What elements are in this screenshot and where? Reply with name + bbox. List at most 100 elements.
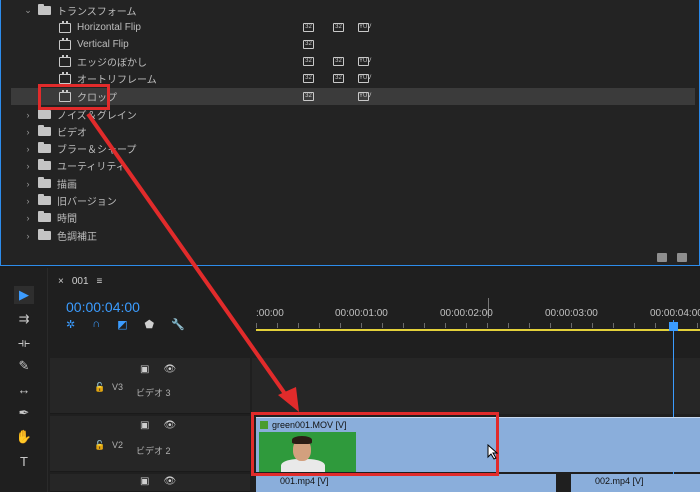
effects-folder[interactable]: › ビデオ	[11, 123, 695, 140]
chevron-right-icon[interactable]: ›	[23, 161, 33, 171]
playhead-handle[interactable]	[669, 322, 678, 331]
lock-icon[interactable]: 🔓	[94, 440, 105, 451]
eye-icon[interactable]: 👁	[163, 420, 176, 431]
add-marker-icon[interactable]: ⬟	[145, 318, 155, 331]
highlight-box-crop	[38, 84, 110, 110]
ruler-tick	[466, 323, 467, 328]
razor-tool-icon[interactable]: ✎	[14, 357, 34, 375]
effect-item-crop[interactable]: クロップ 32 YUV	[11, 88, 695, 105]
effects-folder-transform[interactable]: ⌄ トランスフォーム	[11, 2, 695, 19]
folder-icon	[38, 4, 51, 15]
sequence-tab[interactable]: × 001 ≡	[58, 276, 102, 287]
nest-icon[interactable]: ✲	[66, 318, 75, 331]
effect-item-horizontal-flip[interactable]: Horizontal Flip 32 32 YUV	[11, 19, 695, 36]
film-icon[interactable]: ▣	[140, 476, 149, 487]
folder-icon	[38, 194, 51, 205]
linked-selection-icon[interactable]: ◩	[117, 318, 127, 331]
accelerated-badge-icon: 32	[303, 92, 314, 101]
chevron-right-icon[interactable]: ›	[23, 127, 33, 137]
sequence-tools: ✲ ∩ ◩ ⬟ 🔧	[66, 318, 185, 331]
yuv-badge-icon: YUV	[358, 57, 372, 66]
folder-label: トランスフォーム	[57, 7, 137, 18]
track-lane-v3[interactable]	[252, 358, 700, 414]
eye-icon[interactable]: 👁	[163, 364, 176, 375]
ruler-label: 00:00:01:00	[335, 308, 388, 319]
ruler-tick	[592, 323, 593, 328]
ruler-tick	[697, 323, 698, 328]
chevron-right-icon[interactable]: ›	[23, 231, 33, 241]
trash-icon[interactable]	[677, 253, 687, 262]
new-bin-icon[interactable]	[657, 253, 667, 262]
effects-folder[interactable]: › 色調補正	[11, 227, 695, 244]
effect-icon	[59, 71, 71, 84]
yuv-badge-icon: YUV	[358, 92, 372, 101]
32bit-badge-icon: 32	[333, 23, 344, 32]
folder-label: ブラー＆シャープ	[57, 145, 137, 156]
eye-icon[interactable]: 👁	[163, 476, 176, 487]
playhead-timecode[interactable]: 00:00:04:00	[66, 299, 140, 315]
ruler-tick	[487, 323, 488, 328]
chevron-right-icon[interactable]: ›	[23, 179, 33, 189]
chevron-right-icon[interactable]: ›	[23, 213, 33, 223]
wrench-settings-icon[interactable]: 🔧	[171, 318, 185, 331]
ripple-edit-tool-icon[interactable]: ⟛	[14, 334, 34, 352]
folder-icon	[38, 211, 51, 222]
32bit-badge-icon: 32	[333, 57, 344, 66]
selection-tool-icon[interactable]: ▶	[14, 286, 34, 304]
effects-panel-footer	[657, 253, 687, 262]
track-id: V2	[112, 440, 124, 450]
menu-icon[interactable]: ≡	[97, 276, 103, 287]
ruler-tick	[340, 323, 341, 328]
chevron-right-icon[interactable]: ›	[23, 144, 33, 154]
ruler-tick	[382, 323, 383, 328]
effects-folder[interactable]: › ユーティリティ	[11, 157, 695, 174]
tools-panel: ▶ ⇉ ⟛ ✎ ↔ ✒ ✋ T	[0, 268, 48, 492]
ruler-tick	[256, 323, 257, 328]
effects-folder[interactable]: › ブラー＆シャープ	[11, 140, 695, 157]
track-header-v2: ▣ 👁 🔓 V2 ビデオ 2	[50, 416, 250, 472]
mouse-cursor-icon	[487, 444, 499, 460]
folder-label: ユーティリティ	[57, 162, 126, 173]
lock-icon[interactable]: 🔓	[94, 382, 105, 393]
work-area-bar[interactable]	[256, 329, 700, 331]
close-icon[interactable]: ×	[58, 276, 64, 287]
slip-tool-icon[interactable]: ↔	[14, 380, 34, 398]
ruler-tick	[655, 323, 656, 328]
folder-icon	[38, 229, 51, 240]
accelerated-badge-icon: 32	[303, 74, 314, 83]
type-tool-icon[interactable]: T	[14, 452, 34, 470]
playhead-line[interactable]	[673, 320, 674, 492]
ruler-label: 00:00:02:00	[440, 308, 493, 319]
effects-folder[interactable]: › ノイズ＆グレイン	[11, 106, 695, 123]
effects-folder[interactable]: › 時間	[11, 209, 695, 226]
chevron-right-icon[interactable]: ›	[23, 196, 33, 206]
accelerated-badge-icon: 32	[303, 57, 314, 66]
effect-item-edge-feather[interactable]: エッジのぼかし 32 32 YUV	[11, 53, 695, 70]
32bit-badge-icon: 32	[333, 74, 344, 83]
ruler-label: 00:00:04:00	[650, 308, 700, 319]
folder-icon	[38, 108, 51, 119]
accelerated-badge-icon: 32	[303, 40, 314, 49]
track-id: V3	[112, 382, 124, 392]
effects-folder[interactable]: › 描画	[11, 175, 695, 192]
effects-folder[interactable]: › 旧バージョン	[11, 192, 695, 209]
effect-icon	[59, 37, 71, 50]
folder-label: ビデオ	[57, 128, 87, 139]
film-icon[interactable]: ▣	[140, 420, 149, 431]
effect-label: Vertical Flip	[77, 39, 129, 50]
ruler-label: 00:00:03:00	[545, 308, 598, 319]
effect-icon	[59, 54, 71, 67]
effects-panel: ⌄ トランスフォーム Horizontal Flip 32 32 YUV Ver…	[0, 0, 700, 266]
hand-tool-icon[interactable]: ✋	[14, 428, 34, 446]
film-icon[interactable]: ▣	[140, 364, 149, 375]
chevron-down-icon[interactable]: ⌄	[23, 5, 33, 16]
track-select-tool-icon[interactable]: ⇉	[14, 310, 34, 328]
effect-item-auto-reframe[interactable]: オートリフレーム 32 32 YUV	[11, 70, 695, 87]
pen-tool-icon[interactable]: ✒	[14, 404, 34, 422]
effect-item-vertical-flip[interactable]: Vertical Flip 32	[11, 36, 695, 53]
track-controls: ▣ 👁	[140, 364, 176, 375]
snap-magnet-icon[interactable]: ∩	[92, 318, 100, 331]
chevron-right-icon[interactable]: ›	[23, 110, 33, 120]
time-ruler[interactable]: :00:00 00:00:01:00 00:00:02:00 00:00:03:…	[256, 303, 700, 331]
ruler-tick	[424, 323, 425, 328]
